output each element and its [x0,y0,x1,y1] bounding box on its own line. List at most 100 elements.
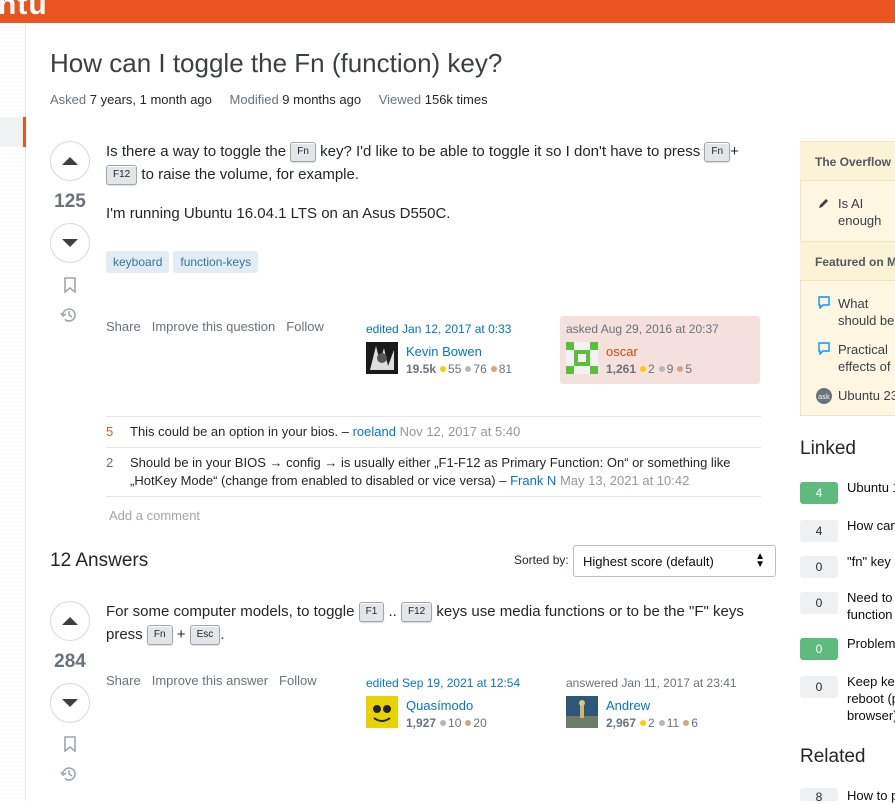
related-score[interactable]: 8 [800,788,838,801]
gold-count: 55 [448,362,462,376]
text-span: key? I'd like to be able to toggle it so… [315,143,705,160]
improve-question-link[interactable]: Improve this question [152,319,276,334]
arrow-glyph: → [324,455,338,470]
answer-score: 284 [54,651,86,672]
linked-score[interactable]: 4 [800,520,838,542]
answer-editor-reputation: 1,927 10 20 [406,716,487,730]
bookmark-icon[interactable] [60,275,80,295]
asker-card: asked Aug 29, 2016 at 20:37 oscar 1,261 2… [560,316,760,384]
asker-name[interactable]: oscar [606,344,638,359]
bronze-badge-icon [490,366,497,373]
sort-chevron-icon: ▲ ▼ [755,551,765,570]
answerer-reputation: 2,967 2 11 6 [606,716,698,730]
history-icon[interactable] [59,764,79,784]
rep-score: 1,927 [406,716,437,730]
silver-count: 11 [666,716,680,730]
answerer-name[interactable]: Andrew [606,698,650,713]
linked-question[interactable]: Keep key reboot (p browser) [847,673,895,724]
text-span: For some computer models, to toggle [106,603,359,620]
editor-name[interactable]: Kevin Bowen [406,344,482,359]
silver-count: 76 [473,362,487,376]
avatar[interactable] [366,342,398,374]
edited-label[interactable]: edited Jan 12, 2017 at 0:33 [366,322,554,336]
linked-score[interactable]: 0 [800,638,838,660]
question-paragraph-1: Is there a way to toggle the Fn key? I'd… [106,140,761,186]
arrow-down-icon [62,699,78,707]
rep-score: 2,967 [606,716,637,730]
linked-score[interactable]: 0 [800,592,838,614]
edited-label[interactable]: edited Sep 19, 2021 at 12:54 [366,676,554,690]
bronze-badge-icon [677,366,684,373]
avatar[interactable] [566,696,598,728]
linked-question[interactable]: How can I [847,517,895,534]
silver-badge-icon [440,720,447,727]
modified-value[interactable]: 9 months ago [282,92,361,107]
avatar[interactable] [366,696,398,728]
site-logo[interactable]: ntu [0,0,48,22]
text-span: to raise the volume, for example. [137,166,360,183]
answer-downvote-button[interactable] [50,683,90,723]
comment: 2 Should be in your BIOS → config → is u… [106,448,761,497]
linked-question[interactable]: Problem [847,635,895,652]
featured-item[interactable]: What should be next for community events… [838,295,895,329]
answers-count-heading: 12 Answers [50,550,149,571]
featured-item[interactable]: Practical effects of the Stack Overflow … [838,341,895,375]
linked-score[interactable]: 4 [800,482,838,504]
left-nav-selected-item[interactable] [0,117,26,147]
text-span: Is there a way to toggle the [106,143,291,160]
sort-select[interactable]: Highest score (default) ▲ ▼ [573,545,776,577]
kbd-f12: F12 [106,165,138,186]
improve-answer-link[interactable]: Improve this answer [152,673,268,688]
linked-question[interactable]: Need to function [847,589,895,623]
upvote-button[interactable] [50,141,90,181]
tag-keyboard[interactable]: keyboard [106,251,170,273]
question-meta: Asked 7 years, 1 month ago Modified 9 mo… [50,92,502,107]
kbd-fn: Fn [146,625,173,646]
history-icon[interactable] [59,305,79,325]
follow-link[interactable]: Follow [279,673,317,688]
question-score: 125 [54,191,86,212]
silver-count: 10 [448,716,462,730]
follow-link[interactable]: Follow [286,319,324,334]
overflow-blog-item[interactable]: Is AI enough to increase your productivi… [838,195,895,229]
gold-badge-icon [440,366,447,373]
linked-question[interactable]: Ubuntu 16 [847,479,895,496]
bronze-count: 20 [473,716,487,730]
featured-meta-header: Featured on Meta [800,241,895,281]
kbd-fn: Fn [704,142,731,163]
share-link[interactable]: Share [106,673,141,688]
add-comment-link[interactable]: Add a comment [109,508,200,523]
avatar[interactable] [566,342,598,374]
comment-user[interactable]: Frank N [510,473,556,488]
top-bar: ntu [0,0,895,23]
rep-score: 1,261 [606,362,637,376]
share-link[interactable]: Share [106,319,141,334]
featured-item[interactable]: Ubuntu 23.10 ... [838,387,895,404]
linked-heading: Linked [800,438,856,459]
downvote-button[interactable] [50,223,90,263]
answer-editor-name[interactable]: Quasímodo [406,698,473,713]
comment-date[interactable]: Nov 12, 2017 at 5:40 [400,424,521,439]
bookmark-icon[interactable] [60,734,80,754]
text-span: .. [384,603,401,620]
sort-label: Sorted by: [514,553,569,567]
chat-bubble-icon [818,296,830,309]
comment: 5 This could be an option in your bios. … [106,417,761,448]
comment-text: This could be an option in your bios. – [130,424,353,439]
text-span: Need to [847,590,893,605]
answer-paragraph: For some computer models, to toggle F1 .… [106,600,761,646]
linked-score[interactable]: 0 [800,676,838,698]
linked-question[interactable]: "fn" key [847,553,895,570]
answer-upvote-button[interactable] [50,601,90,641]
comment-user[interactable]: roeland [353,424,396,439]
linked-score[interactable]: 0 [800,556,838,578]
tag-function-keys[interactable]: function-keys [173,251,259,273]
question-body: Is there a way to toggle the Fn key? I'd… [106,140,761,225]
related-question[interactable]: How to p [847,787,895,804]
viewed-label: Viewed [378,92,422,107]
pencil-icon [819,199,828,208]
arrow-up-icon [62,617,78,625]
asked-date-label: asked Aug 29, 2016 at 20:37 [566,322,719,336]
question-title[interactable]: How can I toggle the Fn (function) key? [50,48,502,79]
comment-date[interactable]: May 13, 2021 at 10:42 [560,473,689,488]
